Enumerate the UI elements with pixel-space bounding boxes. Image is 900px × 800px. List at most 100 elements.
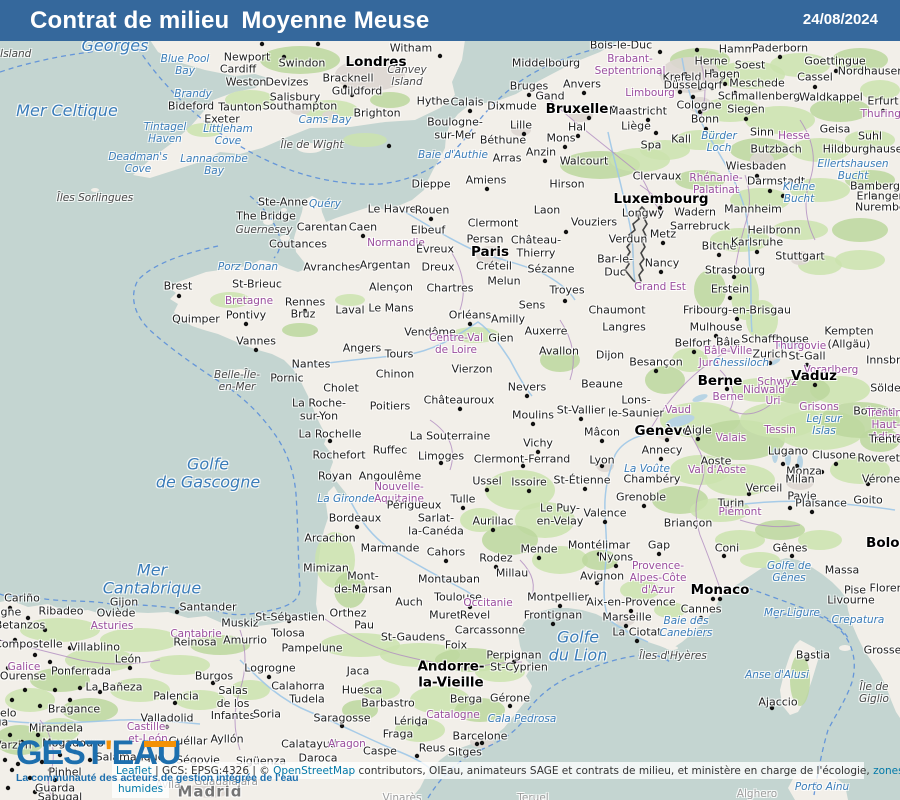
forest-patch [532,546,588,574]
place-dot [703,126,709,132]
gesteau-logo[interactable]: GEST'EAU La communauté des acteurs de ge… [16,736,299,784]
place-dot [690,94,696,100]
forest-patch [190,635,250,655]
place-dot [804,656,810,662]
place-dot [694,47,700,53]
place-dot [315,41,321,47]
place-dot [602,519,608,525]
page-title: Contrat de milieu Moyenne Meuse [30,7,429,35]
place-dot [2,757,8,763]
forest-patch [395,718,445,742]
place-dot [437,53,443,59]
place-dot [599,463,605,469]
place-dot [97,689,103,695]
territory-name: Moyenne Meuse [241,6,430,34]
place-dot [660,240,666,246]
place-dot [414,753,420,759]
logo-tagline: La communauté des acteurs de gestion int… [16,772,299,784]
place-dot [586,115,592,121]
place-dot [484,487,490,493]
place-dot [467,108,473,114]
place-dot [754,249,760,255]
place-dot [550,621,556,627]
place-dot [460,505,466,511]
island-belle-ile [233,369,247,375]
place-dot [7,605,13,611]
place-dot [493,564,499,570]
place-dot [360,233,366,239]
place-dot [769,705,775,711]
place-dot [428,216,434,222]
forest-patch [790,138,850,162]
attribution-link[interactable]: zones [873,765,900,777]
place-dot [47,659,53,665]
place-dot [743,116,749,122]
place-dot [22,687,28,693]
map-date: 24/08/2024 [802,11,878,28]
place-dot [542,158,548,164]
title-prefix: Contrat de milieu [30,6,230,34]
place-dot [557,603,563,609]
lake [772,447,778,463]
urban-patch [786,474,814,490]
attribution-text: contributors, OIEau, animateurs SAGE et … [355,765,874,777]
place-dot [581,90,587,96]
place-dot [457,406,463,412]
forest-patch [710,228,770,252]
forest-patch [455,698,505,722]
place-dot [724,386,730,392]
place-dot [730,348,736,354]
forest-patch [740,552,780,568]
forest-patch [150,655,210,675]
forest-patch [225,90,275,110]
map[interactable]: Georgest IslandBlue Pool BayNewportCardi… [0,0,900,800]
place-dot [716,252,722,258]
place-dot [658,456,664,462]
place-dot [709,85,715,91]
place-dot [524,393,530,399]
place-dot [794,463,800,469]
island-jersey [280,235,290,241]
place-dot [438,460,444,466]
forest-patch [675,130,725,150]
forest-patch [20,618,100,642]
place-dot [354,524,360,530]
forest-patch [210,292,250,308]
forest-patch [282,323,318,337]
place-dot [386,143,392,149]
place-dot [342,84,348,90]
forest-patch [334,572,366,608]
place-dot [536,555,542,561]
place-dot [767,360,773,366]
logo-accent-bar [144,741,176,747]
attribution-link[interactable]: humides [118,783,163,795]
place-dot [9,697,15,703]
place-dot [7,732,13,738]
place-dot [52,687,58,693]
place-dot [695,436,701,442]
place-dot [722,81,728,87]
place-dot [653,368,659,374]
place-dot [727,295,733,301]
place-dot [32,652,38,658]
place-dot [174,609,180,615]
place-dot [12,637,18,643]
urban-patch [790,251,810,265]
islands-scilly [91,188,99,192]
place-dot [582,486,588,492]
place-dot [726,509,732,515]
forest-patch [790,654,810,706]
place-dot [754,173,760,179]
forest-patch [175,690,225,710]
forest-patch [845,130,895,150]
place-dot [526,488,532,494]
forest-patch [342,700,378,720]
place-dot [243,321,249,327]
place-dot [628,608,634,614]
forest-patch [343,133,387,147]
place-dot [710,596,716,602]
forest-patch [845,170,895,190]
place-dot [789,553,795,559]
place-dot [780,193,786,199]
urban-patch [657,430,673,440]
